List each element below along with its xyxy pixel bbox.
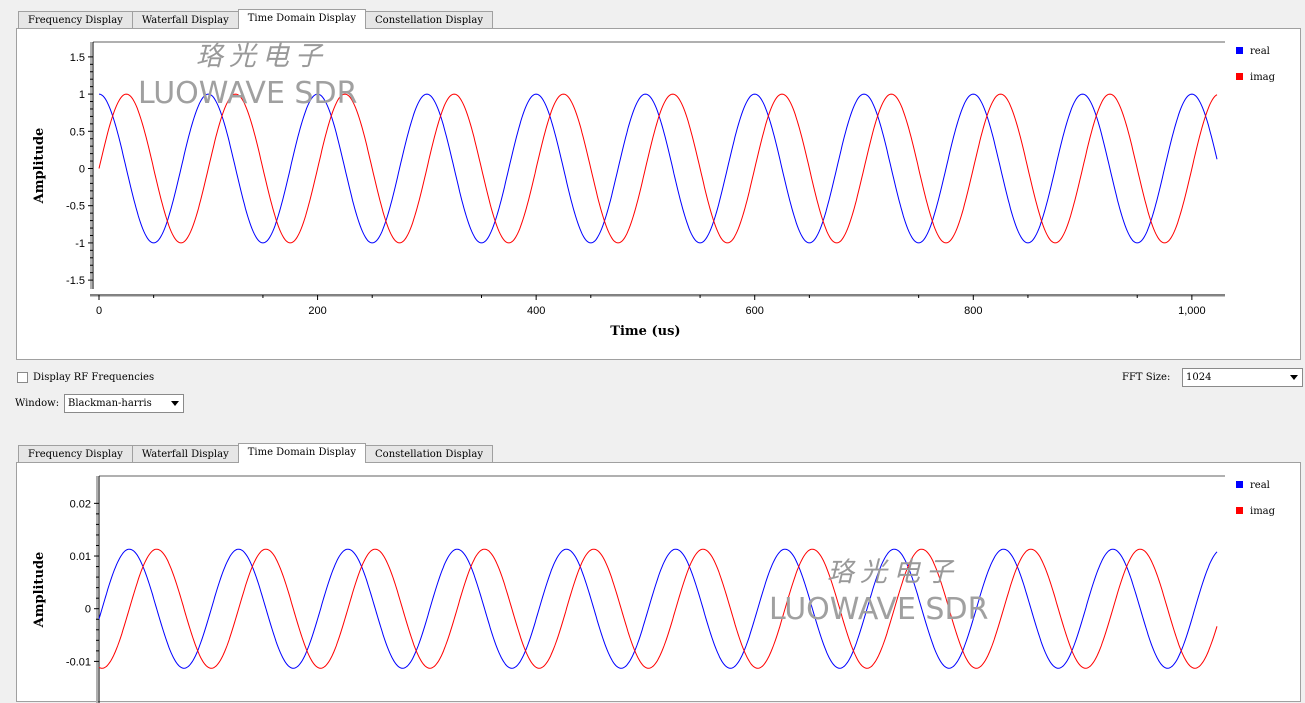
legend-label-imag: imag — [1250, 72, 1276, 83]
top-time-domain-plot[interactable]: 1.5 1 0.5 0 -0.5 -1 -1.5 Amplitude 0 200 400 600 800… — [17, 29, 1302, 361]
tab-waterfall-display[interactable]: Waterfall Display — [131, 11, 239, 28]
x-tick-label: 400 — [527, 305, 545, 317]
legend-label-real: real — [1250, 46, 1270, 57]
series-line-imag — [98, 93, 1218, 244]
legend-swatch-real — [1236, 47, 1243, 54]
y-tick-label: -1 — [75, 238, 85, 250]
window-label: Window: — [15, 398, 60, 409]
x-tick-label: 200 — [308, 305, 326, 317]
chevron-down-icon — [1290, 375, 1298, 380]
top-tab-bar: Frequency Display Waterfall Display Time… — [18, 9, 493, 29]
tab-time-domain-display[interactable]: Time Domain Display — [237, 9, 367, 29]
legend-swatch-real — [1236, 481, 1243, 488]
window-value: Blackman-harris — [68, 398, 152, 409]
x-tick-label: 1,000 — [1178, 305, 1206, 317]
watermark-chinese: 珞光电子 — [196, 41, 328, 72]
y-tick-label: 1.5 — [70, 52, 85, 64]
bottom-tab-bar: Frequency Display Waterfall Display Time… — [18, 443, 493, 463]
legend-label-imag: imag — [1250, 506, 1276, 517]
tab-frequency-display[interactable]: Frequency Display — [18, 11, 133, 28]
watermark: 珞光电子 LUOWAVE SDR — [138, 41, 357, 111]
tab-waterfall-display[interactable]: Waterfall Display — [131, 445, 239, 462]
fft-size-label: FFT Size: — [1122, 372, 1171, 383]
y-tick-label: -0.01 — [66, 656, 91, 668]
chevron-down-icon — [171, 401, 179, 406]
series-line-real — [98, 548, 1218, 669]
x-tick-label: 0 — [96, 305, 102, 317]
legend-swatch-imag — [1236, 73, 1243, 80]
bottom-time-domain-panel: 0.02 0.01 0 -0.01 Amplitude real imag 珞光电子 LUOWA… — [16, 462, 1302, 703]
y-axis-label: Amplitude — [32, 128, 47, 205]
y-tick-label: 0.5 — [70, 126, 85, 138]
tab-time-domain-display[interactable]: Time Domain Display — [237, 443, 367, 463]
display-rf-checkbox[interactable] — [17, 372, 28, 383]
watermark: 珞光电子 LUOWAVE SDR — [769, 557, 988, 627]
top-time-domain-panel: 1.5 1 0.5 0 -0.5 -1 -1.5 Amplitude 0 200 400 600 800… — [16, 28, 1301, 360]
y-tick-label: -0.5 — [66, 201, 85, 213]
bottom-time-domain-plot[interactable]: 0.02 0.01 0 -0.01 Amplitude real imag 珞光电子 LUOWA… — [17, 463, 1302, 703]
y-tick-label: -1.5 — [66, 275, 85, 287]
x-tick-label: 800 — [964, 305, 982, 317]
fft-size-value: 1024 — [1186, 372, 1212, 383]
tab-constellation-display[interactable]: Constellation Display — [365, 11, 493, 28]
fft-size-select[interactable]: 1024 — [1182, 368, 1303, 387]
legend-swatch-imag — [1236, 507, 1243, 514]
series-line-imag — [98, 548, 1218, 669]
series-line-real — [98, 93, 1218, 244]
display-rf-label: Display RF Frequencies — [33, 372, 155, 383]
y-tick-label: 0.02 — [70, 498, 91, 510]
legend-label-real: real — [1250, 480, 1270, 491]
watermark-english: LUOWAVE SDR — [138, 76, 357, 111]
window-select[interactable]: Blackman-harris — [64, 394, 184, 413]
tab-constellation-display[interactable]: Constellation Display — [365, 445, 493, 462]
x-axis-label: Time (us) — [610, 324, 680, 339]
y-tick-label: 1 — [79, 89, 85, 101]
y-tick-label: 0.01 — [70, 551, 91, 563]
watermark-english: LUOWAVE SDR — [769, 592, 988, 627]
y-axis-label: Amplitude — [32, 552, 47, 629]
watermark-chinese: 珞光电子 — [827, 557, 959, 588]
y-tick-label: 0 — [85, 604, 91, 616]
tab-frequency-display[interactable]: Frequency Display — [18, 445, 133, 462]
y-tick-label: 0 — [79, 164, 85, 176]
x-tick-label: 600 — [746, 305, 764, 317]
